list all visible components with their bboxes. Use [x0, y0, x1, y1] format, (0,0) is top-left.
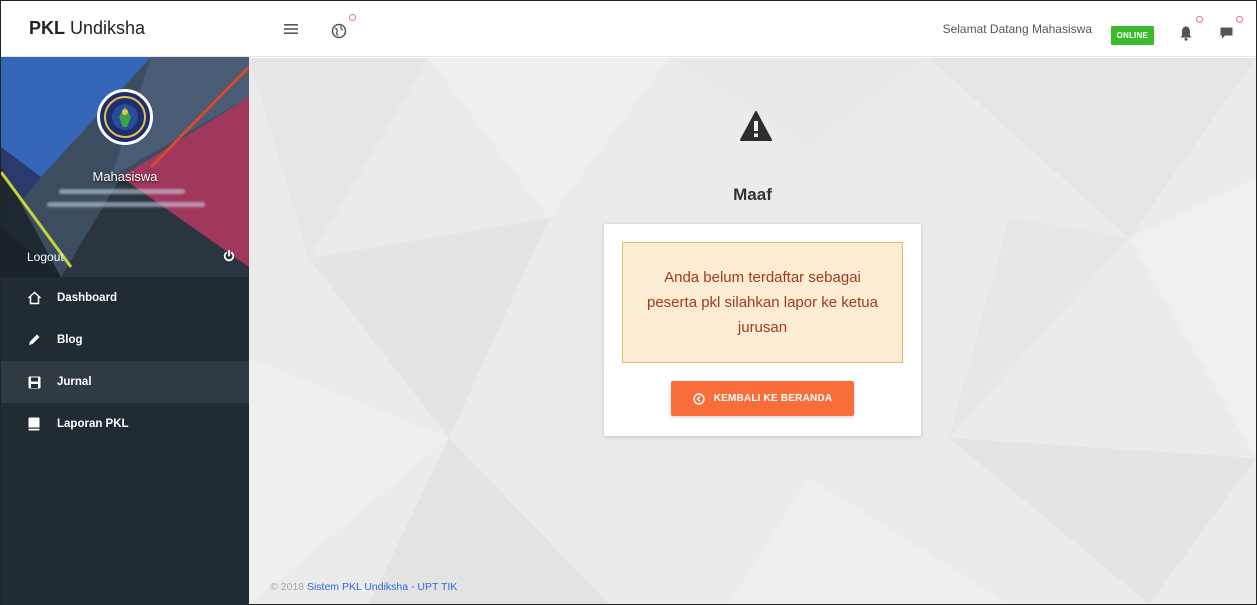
- user-profile: Mahasiswa Logout: [1, 57, 249, 277]
- sidebar-item-label: Dashboard: [57, 292, 118, 304]
- home-icon: [25, 289, 43, 307]
- blurred-email: [47, 202, 205, 207]
- brand-name: Undiksha: [70, 18, 146, 38]
- profile-name: Mahasiswa: [92, 169, 158, 184]
- power-icon[interactable]: [223, 249, 235, 265]
- bell-icon[interactable]: [1175, 16, 1203, 44]
- logout-label: Logout: [27, 250, 64, 264]
- sidebar-item-laporan-pkl[interactable]: Laporan PKL: [1, 403, 249, 445]
- brand-logo[interactable]: PKL Undiksha: [1, 1, 249, 57]
- warning-icon: [740, 111, 772, 146]
- sidebar-item-blog[interactable]: Blog: [1, 319, 249, 361]
- main-content: Maaf Anda belum terdaftar sebagai pesert…: [249, 58, 1256, 604]
- pencil-icon: [25, 331, 43, 349]
- save-icon: [25, 373, 43, 391]
- welcome-text: Selamat Datang Mahasiswa: [942, 22, 1092, 36]
- back-to-home-button[interactable]: KEMBALI KE BERANDA: [671, 381, 854, 416]
- logout-button[interactable]: Logout: [1, 237, 249, 277]
- status-badge: ONLINE: [1110, 26, 1154, 45]
- chat-icon[interactable]: [1215, 16, 1243, 44]
- hamburger-icon[interactable]: [280, 18, 302, 40]
- message-card: Anda belum terdaftar sebagai peserta pkl…: [604, 224, 921, 436]
- footer-copyright: © 2018: [270, 581, 305, 593]
- footer-link[interactable]: Sistem PKL Undiksha - UPT TIK: [307, 581, 457, 593]
- book-icon: [25, 415, 43, 433]
- back-button-label: KEMBALI KE BERANDA: [713, 393, 833, 404]
- notification-dot: [349, 14, 356, 21]
- notification-dot: [1236, 16, 1243, 23]
- notification-dot: [1196, 16, 1203, 23]
- sidebar-item-jurnal[interactable]: Jurnal: [1, 361, 249, 403]
- top-navbar: Selamat Datang Mahasiswa ONLINE: [249, 1, 1256, 57]
- sidebar-item-label: Blog: [57, 334, 83, 346]
- sidebar-item-dashboard[interactable]: Dashboard: [1, 277, 249, 319]
- university-logo: [97, 89, 153, 145]
- chevron-left-circle-icon: [692, 392, 705, 405]
- brand-bold: PKL: [29, 18, 65, 38]
- footer: © 2018 Sistem PKL Undiksha - UPT TIK: [270, 581, 457, 593]
- sidebar: PKL Undiksha Mahasiswa Logout Dashboard …: [1, 1, 249, 605]
- alert-message: Anda belum terdaftar sebagai peserta pkl…: [622, 242, 903, 363]
- sidebar-menu: Dashboard Blog Jurnal Laporan PKL: [1, 277, 249, 445]
- page-title: Maaf: [733, 185, 772, 204]
- blurred-student-id: [59, 189, 185, 194]
- globe-icon[interactable]: [328, 14, 356, 42]
- sidebar-item-label: Laporan PKL: [57, 418, 129, 430]
- sidebar-item-label: Jurnal: [57, 376, 92, 388]
